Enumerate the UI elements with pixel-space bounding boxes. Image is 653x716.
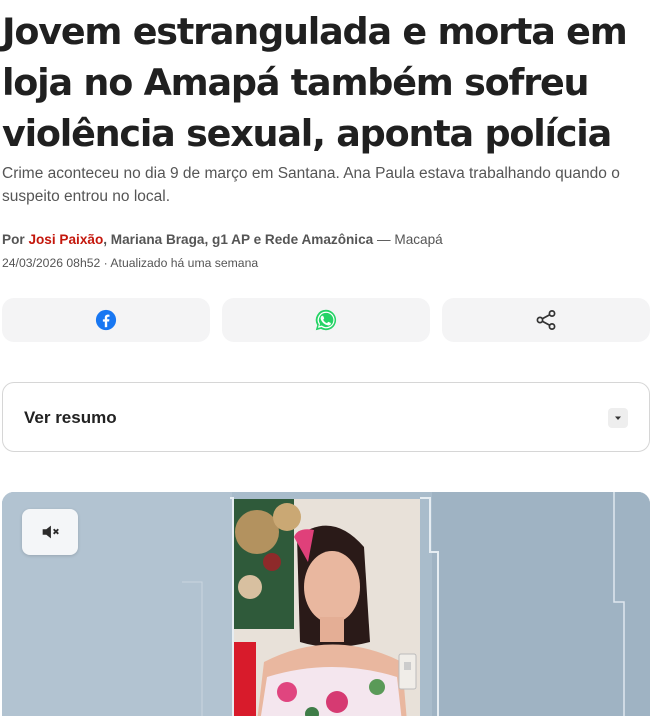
byline-location: — Macapá bbox=[373, 232, 443, 247]
caret-down-icon[interactable] bbox=[608, 408, 628, 428]
summary-label: Ver resumo bbox=[24, 408, 117, 427]
video-player[interactable] bbox=[2, 492, 650, 716]
facebook-icon bbox=[95, 309, 117, 331]
article-dateline: 24/03/2026 08h52 · Atualizado há uma sem… bbox=[2, 256, 259, 270]
author-link[interactable]: Josi Paixão bbox=[28, 232, 103, 247]
article-headline: Jovem estrangulada e morta em loja no Am… bbox=[2, 10, 628, 155]
share-whatsapp-button[interactable] bbox=[222, 298, 430, 342]
share-icon bbox=[536, 310, 556, 330]
mute-button[interactable] bbox=[22, 509, 78, 555]
article-byline: Por Josi Paixão, Mariana Braga, g1 AP e … bbox=[2, 231, 650, 249]
video-thumbnail bbox=[2, 492, 650, 716]
article-subtitle: Crime aconteceu no dia 9 de março em San… bbox=[2, 165, 620, 205]
share-generic-button[interactable] bbox=[442, 298, 650, 342]
speaker-muted-icon bbox=[42, 525, 59, 539]
byline-prefix: Por bbox=[2, 232, 29, 247]
summary-accordion[interactable]: Ver resumo bbox=[2, 382, 650, 452]
byline-other-authors: , Mariana Braga, g1 AP e Rede Amazônica bbox=[103, 232, 374, 247]
share-facebook-button[interactable] bbox=[2, 298, 210, 342]
whatsapp-icon bbox=[315, 309, 337, 331]
